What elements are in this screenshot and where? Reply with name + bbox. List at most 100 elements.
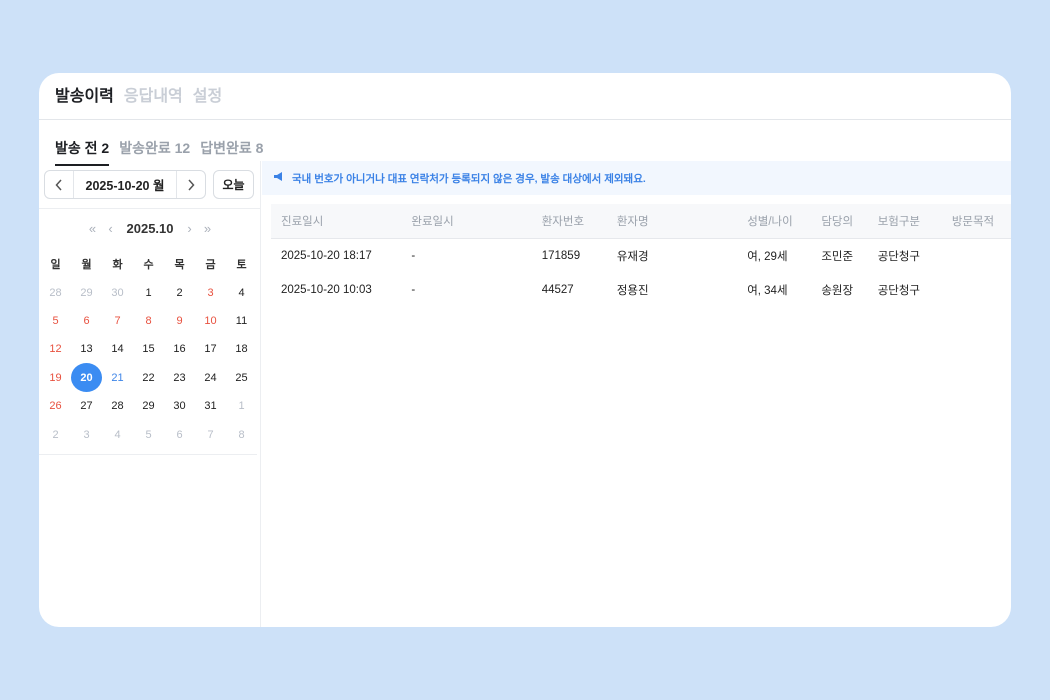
calendar-day[interactable]: 29 [133, 392, 164, 420]
calendar-day[interactable]: 14 [102, 335, 133, 363]
calendar-day[interactable]: 28 [40, 279, 71, 307]
table-cell: 송원장 [821, 285, 854, 297]
calendar-day[interactable]: 23 [164, 364, 195, 392]
weekday-label: 수 [143, 259, 154, 272]
table-cell: 여, 29세 [747, 251, 788, 263]
divider [39, 454, 257, 455]
selected-day-label: 20 [71, 363, 102, 393]
table-cell: 44527 [541, 284, 574, 296]
calendar-day[interactable]: 13 [71, 335, 102, 363]
calendar-grid: 일 월 화 수 목 금 토 28 29 30 1 2 3 4 5 6 7 8 9 10 11 12 13 14 15 16 17 18… [40, 250, 257, 449]
calendar-day[interactable]: 1 [133, 279, 164, 307]
tab-settings[interactable]: 설정 [193, 87, 222, 107]
calendar-day[interactable]: 24 [195, 364, 226, 392]
calendar-day[interactable]: 16 [164, 335, 195, 363]
calendar-day[interactable]: 10 [195, 307, 226, 335]
next-day-button[interactable] [176, 171, 205, 198]
table-cell: 2025-10-20 18:17 [281, 250, 372, 262]
notice-text: 국내 번호가 아니거나 대표 연락처가 등록되지 않은 경우, 발송 대상에서 … [292, 172, 646, 185]
calendar-day[interactable]: 1 [226, 392, 257, 420]
calendar-day[interactable]: 2 [164, 279, 195, 307]
column-header: 완료일시 [411, 216, 454, 228]
table-cell: 2025-10-20 10:03 [281, 284, 372, 296]
next-month-button[interactable]: › [184, 221, 196, 236]
chevron-left-icon [55, 178, 62, 191]
current-date[interactable]: 2025-10-20 월 [74, 175, 176, 194]
weekday-label: 금 [205, 259, 216, 272]
table-body: 2025-10-20 18:17-171859 유재경 여, 29세 조민준 공단청구 2… [271, 239, 1011, 307]
calendar-day[interactable]: 29 [71, 279, 102, 307]
calendar-day[interactable]: 27 [71, 392, 102, 420]
column-header: 환자명 [616, 216, 649, 228]
calendar-day[interactable]: 30 [102, 279, 133, 307]
calendar-title: 2025.10 [126, 221, 174, 236]
tab-send-history[interactable]: 발송이력 [55, 87, 114, 107]
table-cell: 조민준 [821, 251, 854, 263]
calendar-day[interactable]: 18 [226, 335, 257, 363]
calendar-day[interactable]: 4 [102, 421, 133, 449]
calendar-day[interactable]: 9 [164, 307, 195, 335]
table-row[interactable]: 2025-10-20 10:03 - 44527 정용진 여, 34세 송원장 공단청구 [271, 273, 1011, 307]
calendar-day[interactable]: 26 [40, 392, 71, 420]
table-cell: - [411, 284, 416, 296]
tab-responses[interactable]: 응답내역 [124, 87, 183, 107]
calendar-day[interactable]: 5 [40, 307, 71, 335]
calendar-day[interactable]: 31 [195, 392, 226, 420]
calendar-day[interactable]: 12 [40, 335, 71, 363]
calendar-week: 28 29 30 1 2 3 4 [40, 278, 257, 306]
notice-banner: 국내 번호가 아니거나 대표 연락처가 등록되지 않은 경우, 발송 대상에서 … [262, 161, 1011, 195]
history-table: 진료일시 완료일시 환자번호 환자명 성별/나이 담당의 보험구분 방문목적 2025-10-… [271, 204, 1011, 307]
weekday-label: 월 [81, 259, 92, 272]
calendar-day[interactable]: 8 [133, 307, 164, 335]
calendar-day[interactable]: 19 [40, 364, 71, 392]
calendar-day[interactable]: 15 [133, 335, 164, 363]
calendar-day[interactable]: 11 [226, 307, 257, 335]
history-panel: 국내 번호가 아니거나 대표 연락처가 등록되지 않은 경우, 발송 대상에서 … [262, 161, 1011, 627]
calendar-day[interactable]: 8 [226, 421, 257, 449]
calendar-day[interactable]: 17 [195, 335, 226, 363]
calendar-day-selected[interactable]: 20 [71, 363, 102, 393]
calendar-day[interactable]: 25 [226, 364, 257, 392]
calendar-day[interactable]: 6 [71, 307, 102, 335]
table-header: 진료일시 완료일시 환자번호 환자명 성별/나이 담당의 보험구분 방문목적 [271, 204, 1011, 239]
column-header: 환자번호 [541, 216, 585, 228]
table-cell: 171859 [541, 250, 581, 262]
table-cell: 공단청구 [877, 285, 921, 297]
table-row[interactable]: 2025-10-20 18:17 - 171859 유재경 여, 29세 조민준 공단청구 [271, 239, 1011, 273]
calendar-day[interactable]: 22 [133, 364, 164, 392]
calendar-week: 26 27 28 29 30 31 1 [40, 392, 257, 420]
next-year-button[interactable]: » [202, 221, 214, 236]
top-tab-bar: 발송이력 응답내역 설정 [39, 73, 1011, 120]
date-box: 2025-10-20 월 [44, 170, 206, 199]
calendar-day[interactable]: 5 [133, 421, 164, 449]
weekday-row: 일월화수목금토 [40, 250, 257, 278]
date-navigator: 2025-10-20 월 오늘 [44, 170, 254, 199]
calendar-day[interactable]: 6 [164, 421, 195, 449]
megaphone-icon [274, 172, 284, 184]
calendar-day[interactable]: 4 [226, 279, 257, 307]
calendar-day[interactable]: 21 [102, 364, 133, 392]
calendar-day[interactable]: 2 [40, 421, 71, 449]
calendar-day[interactable]: 28 [102, 392, 133, 420]
weekday-label: 일 [50, 259, 61, 272]
column-header: 보험구분 [877, 216, 921, 228]
calendar-header: « ‹ 2025.10 › » [39, 221, 261, 236]
main-card: 발송이력 응답내역 설정 발송 전 2 발송완료 12 답변완료 8 2025-… [39, 73, 1011, 627]
calendar-day[interactable]: 30 [164, 392, 195, 420]
table-cell: 여, 34세 [747, 285, 788, 297]
calendar-week: 19 20 21 22 23 24 25 [40, 363, 257, 393]
calendar-day[interactable]: 3 [71, 421, 102, 449]
table-cell: 정용진 [616, 285, 649, 297]
prev-day-button[interactable] [45, 171, 74, 198]
calendar-day[interactable]: 7 [102, 307, 133, 335]
calendar-day[interactable]: 7 [195, 421, 226, 449]
prev-month-button[interactable]: ‹ [105, 221, 117, 236]
calendar-day[interactable]: 3 [195, 279, 226, 307]
weekday-label: 토 [236, 259, 247, 272]
today-button[interactable]: 오늘 [213, 170, 254, 199]
calendar-panel: 2025-10-20 월 오늘 « ‹ 2025.10 › » 일 월 화 수 목 금 토 2… [39, 161, 261, 627]
calendar-week: 5 6 7 8 9 10 11 [40, 307, 257, 335]
prev-year-button[interactable]: « [87, 221, 99, 236]
table-cell: - [411, 250, 416, 262]
column-header: 진료일시 [281, 216, 324, 228]
